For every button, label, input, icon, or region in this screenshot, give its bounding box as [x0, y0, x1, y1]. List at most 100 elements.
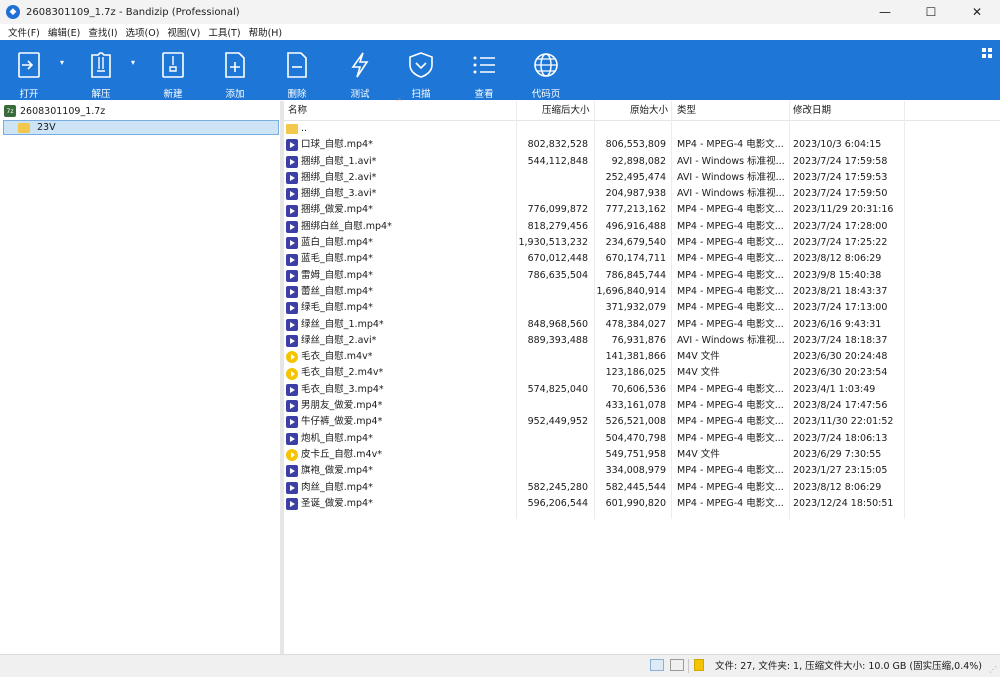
- file-row[interactable]: 炮机_自慰.mp4* 504,470,798 MP4 - MPEG-4 电影文...…: [284, 431, 1000, 447]
- menu-tools[interactable]: 工具(T): [204, 25, 244, 39]
- file-row[interactable]: 蓝白_自慰.mp4* 1,930,513,232 234,679,540 MP4 - …: [284, 235, 1000, 251]
- file-name-cell: 皮卡丘_自慰.m4v*: [286, 447, 514, 463]
- scan-button[interactable]: 扫描: [405, 40, 437, 100]
- video-file-icon: [286, 155, 298, 168]
- tree-folder-23v[interactable]: 23V: [3, 120, 279, 135]
- codepage-button[interactable]: 代码页: [530, 40, 562, 100]
- test-button[interactable]: 测试: [345, 40, 375, 100]
- file-row[interactable]: 毛衣_自慰_3.mp4* 574,825,040 70,606,536 MP4 - M…: [284, 382, 1000, 398]
- menu-view[interactable]: 视图(V): [163, 25, 204, 39]
- modified-date: 2023/7/24 17:59:58: [793, 155, 888, 167]
- file-name-cell: 毛衣_自慰_3.mp4*: [286, 382, 514, 398]
- thumbnail-view-icon[interactable]: [670, 659, 684, 671]
- file-row[interactable]: ..: [284, 121, 1000, 137]
- m4v-file-icon: [286, 351, 298, 364]
- compressed-size: 802,832,528: [527, 139, 588, 151]
- file-name: 捆绑_做爱.mp4*: [301, 204, 373, 216]
- file-row[interactable]: 绿丝_自慰_1.mp4* 848,968,560 478,384,027 MP4 - …: [284, 317, 1000, 333]
- extract-dropdown-icon[interactable]: ▾: [131, 58, 135, 67]
- file-type: MP4 - MPEG-4 电影文...: [677, 383, 784, 395]
- file-row[interactable]: 圣诞_做爱.mp4* 596,206,544 601,990,820 MP4 - MP…: [284, 496, 1000, 512]
- column-header-compressed[interactable]: 压缩后大小: [542, 101, 590, 121]
- file-name-cell: 雷姆_自慰.mp4*: [286, 268, 514, 284]
- original-size: 526,521,008: [605, 416, 666, 428]
- file-type: MP4 - MPEG-4 电影文...: [677, 204, 784, 216]
- file-row[interactable]: 捆绑白丝_自慰.mp4* 818,279,456 496,916,488 MP4 - …: [284, 219, 1000, 235]
- column-header-original[interactable]: 原始大小: [630, 101, 668, 121]
- video-file-icon: [286, 432, 298, 445]
- maximize-button[interactable]: ☐: [908, 0, 954, 24]
- file-row[interactable]: 男朋友_做爱.mp4* 433,161,078 MP4 - MPEG-4 电影文..…: [284, 398, 1000, 414]
- file-row[interactable]: 旗袍_做爱.mp4* 334,008,979 MP4 - MPEG-4 电影文...…: [284, 463, 1000, 479]
- file-row[interactable]: 绿丝_自慰_2.avi* 889,393,488 76,931,876 AVI - W…: [284, 333, 1000, 349]
- modified-date: 2023/11/29 20:31:16: [793, 204, 894, 216]
- file-row[interactable]: 蕾丝_自慰.mp4* 1,696,840,914 MP4 - MPEG-4 电影文.…: [284, 284, 1000, 300]
- modified-date: 2023/7/24 18:06:13: [793, 432, 888, 444]
- file-row[interactable]: 捆绑_自慰_3.avi* 204,987,938 AVI - Windows 标准视…: [284, 186, 1000, 202]
- file-type: MP4 - MPEG-4 电影文...: [677, 416, 784, 428]
- file-row[interactable]: 雷姆_自慰.mp4* 786,635,504 786,845,744 MP4 - MP…: [284, 268, 1000, 284]
- file-row[interactable]: 皮卡丘_自慰.m4v* 549,751,958 M4V 文件 2023/6/29 7:…: [284, 447, 1000, 463]
- file-name-cell: 绿毛_自慰.mp4*: [286, 300, 514, 316]
- title-bar: ◆ 2608301109_1.7z - Bandizip (Profession…: [0, 0, 1000, 24]
- minimize-button[interactable]: —: [862, 0, 908, 24]
- archive-icon: 7z: [4, 105, 16, 117]
- file-row[interactable]: 绿毛_自慰.mp4* 371,932,079 MP4 - MPEG-4 电影文...…: [284, 300, 1000, 316]
- video-file-icon: [286, 204, 298, 217]
- column-header-type[interactable]: 类型: [677, 101, 696, 121]
- file-row[interactable]: 肉丝_自慰.mp4* 582,245,280 582,445,544 MP4 - MP…: [284, 480, 1000, 496]
- file-name: 牛仔裤_做爱.mp4*: [301, 416, 383, 428]
- archive-info-icon[interactable]: [694, 659, 704, 671]
- open-dropdown-icon[interactable]: ▾: [60, 58, 64, 67]
- file-row[interactable]: 牛仔裤_做爱.mp4* 952,449,952 526,521,008 MP4 - M…: [284, 414, 1000, 430]
- column-header-name[interactable]: 名称: [288, 101, 307, 121]
- modified-date: 2023/8/12 8:06:29: [793, 253, 882, 265]
- file-name: 炮机_自慰.mp4*: [301, 432, 373, 444]
- file-name: 捆绑白丝_自慰.mp4*: [301, 220, 392, 232]
- file-name-cell: 捆绑_自慰_2.avi*: [286, 170, 514, 186]
- delete-button[interactable]: 删除: [282, 40, 312, 100]
- file-row[interactable]: 口球_自慰.mp4* 802,832,528 806,553,809 MP4 - MP…: [284, 137, 1000, 153]
- layout-toggle-icon[interactable]: [982, 48, 992, 58]
- details-view-icon[interactable]: [650, 659, 664, 671]
- column-header-modified[interactable]: 修改日期: [793, 101, 831, 121]
- menu-options[interactable]: 选项(O): [122, 25, 164, 39]
- file-row[interactable]: 毛衣_自慰.m4v* 141,381,866 M4V 文件 2023/6/30 20:…: [284, 349, 1000, 365]
- file-name: 圣诞_做爱.mp4*: [301, 497, 373, 509]
- file-row[interactable]: 蓝毛_自慰.mp4* 670,012,448 670,174,711 MP4 - MP…: [284, 251, 1000, 267]
- menu-edit[interactable]: 编辑(E): [44, 25, 84, 39]
- file-row[interactable]: 毛衣_自慰_2.m4v* 123,186,025 M4V 文件 2023/6/30 2…: [284, 365, 1000, 381]
- file-name-cell: 毛衣_自慰_2.m4v*: [286, 365, 514, 381]
- view-button[interactable]: 查看: [468, 40, 500, 100]
- resize-grip-icon[interactable]: ⋰: [989, 665, 997, 674]
- original-size: 478,384,027: [605, 318, 666, 330]
- compressed-size: 1,930,513,232: [518, 237, 588, 249]
- close-button[interactable]: ✕: [954, 0, 1000, 24]
- file-name: 毛衣_自慰_3.mp4*: [301, 383, 384, 395]
- add-button[interactable]: 添加: [220, 40, 250, 100]
- menu-find[interactable]: 查找(I): [84, 25, 121, 39]
- m4v-file-icon: [286, 449, 298, 462]
- window-title: 2608301109_1.7z - Bandizip (Professional…: [26, 6, 240, 18]
- file-type: M4V 文件: [677, 351, 720, 363]
- bandizip-app-icon[interactable]: ◆: [6, 5, 20, 19]
- file-name-cell: 蓝白_自慰.mp4*: [286, 235, 514, 251]
- original-size: 549,751,958: [605, 448, 666, 460]
- file-type: M4V 文件: [677, 448, 720, 460]
- original-size: 601,990,820: [605, 497, 666, 509]
- open-button[interactable]: 打开: [12, 40, 46, 100]
- file-name: 雷姆_自慰.mp4*: [301, 269, 373, 281]
- menu-file[interactable]: 文件(F): [4, 25, 44, 39]
- original-size: 76,931,876: [611, 334, 666, 346]
- extract-button[interactable]: 解压: [86, 40, 116, 100]
- file-row[interactable]: 捆绑_做爱.mp4* 776,099,872 777,213,162 MP4 - MP…: [284, 202, 1000, 218]
- video-file-icon: [286, 383, 298, 396]
- file-list: 名称 ^ 压缩后大小 原始大小 类型 修改日期 .. 口球_自慰.mp4* 802,…: [284, 97, 1000, 654]
- menu-help[interactable]: 帮助(H): [245, 25, 287, 39]
- file-row[interactable]: 捆绑_自慰_1.avi* 544,112,848 92,898,082 AVI - W…: [284, 154, 1000, 170]
- file-name: 蓝白_自慰.mp4*: [301, 237, 373, 249]
- new-archive-button[interactable]: 新建: [158, 40, 188, 100]
- tree-root-archive[interactable]: 7z 2608301109_1.7z: [4, 104, 105, 118]
- file-row[interactable]: 捆绑_自慰_2.avi* 252,495,474 AVI - Windows 标准视…: [284, 170, 1000, 186]
- modified-date: 2023/8/12 8:06:29: [793, 481, 882, 493]
